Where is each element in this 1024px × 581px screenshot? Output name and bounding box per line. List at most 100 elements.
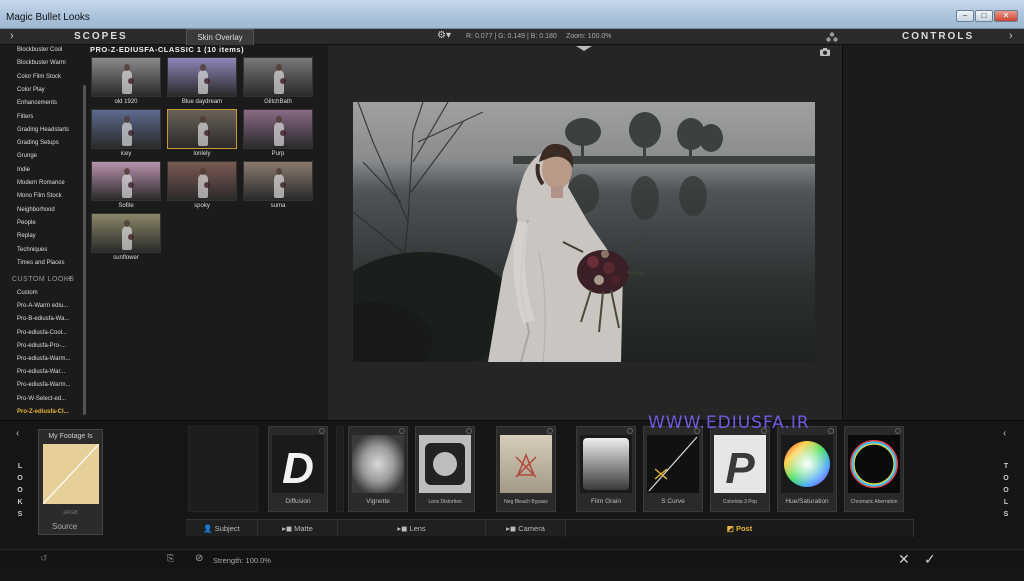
custom-look-item[interactable]: Pro-ediusfa-Warm... bbox=[17, 356, 70, 362]
look-thumbnail[interactable] bbox=[167, 109, 237, 149]
look-category-item[interactable]: Replay bbox=[17, 233, 36, 239]
look-thumbnail[interactable] bbox=[91, 213, 161, 253]
power-icon[interactable] bbox=[627, 428, 633, 434]
tool-hue-saturation[interactable]: Hue/Saturation bbox=[777, 426, 837, 512]
tools-panel-chevron-icon[interactable]: ‹ bbox=[1003, 428, 1006, 439]
look-category-item[interactable]: Times and Places bbox=[17, 260, 64, 266]
look-thumbnail[interactable] bbox=[91, 109, 161, 149]
tools-letter: S bbox=[1003, 511, 1009, 518]
custom-look-item[interactable]: Pro-A-Warm ediu... bbox=[17, 303, 68, 309]
viewer-notch-icon[interactable] bbox=[576, 46, 592, 51]
strength-readout[interactable]: Strength: 100.0% bbox=[213, 556, 271, 565]
preview-image[interactable] bbox=[353, 102, 815, 362]
maximize-button[interactable]: □ bbox=[975, 10, 993, 22]
look-category-item[interactable]: Grading Setups bbox=[17, 140, 59, 146]
looks-drawer-label[interactable]: L O O K S bbox=[16, 461, 24, 521]
custom-look-item[interactable]: Pro-Z-ediusfa-Cl... bbox=[17, 409, 69, 415]
look-thumbnail[interactable] bbox=[91, 161, 161, 201]
look-category-item[interactable]: Enhancements bbox=[17, 100, 57, 106]
look-category-item[interactable]: Indie bbox=[17, 167, 30, 173]
custom-look-item[interactable]: Pro-ediusfa-Cool... bbox=[17, 330, 67, 336]
look-category-item[interactable]: Blockbuster Cool bbox=[17, 47, 62, 53]
scopes-collapse-chevron-icon[interactable]: › bbox=[10, 30, 14, 42]
look-thumbnail[interactable] bbox=[243, 109, 313, 149]
category-subject[interactable]: 👤 Subject bbox=[186, 520, 258, 537]
look-thumbnail[interactable] bbox=[243, 57, 313, 97]
tab-skin-overlay[interactable]: Skin Overlay bbox=[186, 29, 254, 45]
look-thumbnail[interactable] bbox=[167, 57, 237, 97]
tool-film-grain[interactable]: Film Grain bbox=[576, 426, 636, 512]
look-category-item[interactable]: Blockbuster Warm bbox=[17, 60, 66, 66]
look-category-item[interactable]: People bbox=[17, 220, 36, 226]
tools-drawer-label[interactable]: T O O L S bbox=[1002, 461, 1010, 521]
thumb-bouquet-shape bbox=[128, 182, 134, 188]
custom-look-item[interactable]: Pro-ediusfa-Pro-... bbox=[17, 343, 66, 349]
look-category-item[interactable]: Color Film Stock bbox=[17, 74, 61, 80]
reset-icon[interactable]: ↺ bbox=[40, 553, 48, 564]
custom-look-item[interactable]: Pro-B-ediusfa-Wa... bbox=[17, 316, 69, 322]
custom-look-item[interactable]: Pro-ediusfa-War... bbox=[17, 369, 65, 375]
tool-vignette[interactable]: Vignette bbox=[348, 426, 408, 512]
look-thumbnail[interactable] bbox=[243, 161, 313, 201]
close-button[interactable]: ✕ bbox=[994, 10, 1018, 22]
looks-letter: S bbox=[17, 511, 23, 518]
tool-diffusion[interactable]: D Diffusion bbox=[268, 426, 328, 512]
ok-check-icon[interactable]: ✓ bbox=[924, 551, 936, 568]
look-category-item[interactable]: Mono Film Stock bbox=[17, 193, 62, 199]
strength-icon: ⊘ bbox=[195, 553, 204, 564]
power-icon[interactable] bbox=[319, 428, 325, 434]
custom-look-item[interactable]: Custom bbox=[17, 290, 38, 296]
cancel-x-icon[interactable]: ✕ bbox=[898, 551, 910, 568]
tool-colorista-pop[interactable]: P Colorista 3 Pop bbox=[710, 426, 770, 512]
thumb-bouquet-shape bbox=[128, 234, 134, 240]
look-category-item[interactable]: Modern Romance bbox=[17, 180, 65, 186]
source-card[interactable]: My Footage Is sRGB bbox=[38, 429, 103, 535]
looks-letter: K bbox=[17, 499, 23, 506]
category-camera[interactable]: ▸◼ Camera bbox=[486, 520, 566, 537]
color-dots-icon[interactable] bbox=[826, 32, 838, 42]
lens-icon: ▸◼ bbox=[397, 524, 408, 533]
category-lens[interactable]: ▸◼ Lens bbox=[338, 520, 486, 537]
power-icon[interactable] bbox=[466, 428, 472, 434]
colorista-pop-icon: P bbox=[714, 435, 766, 493]
look-category-item[interactable]: Color Play bbox=[17, 87, 45, 93]
look-category-item[interactable]: Neighborhood bbox=[17, 207, 55, 213]
scopes-title[interactable]: SCOPES bbox=[74, 31, 128, 42]
save-look-icon[interactable]: ⎘ bbox=[167, 553, 174, 564]
thumb-bouquet-shape bbox=[204, 182, 210, 188]
tool-category-bar: 👤 Subject ▸◼ Matte ▸◼ Lens ▸◼ Camera ◩ P… bbox=[186, 519, 914, 537]
power-icon[interactable] bbox=[828, 428, 834, 434]
power-icon[interactable] bbox=[399, 428, 405, 434]
minimize-button[interactable]: – bbox=[956, 10, 974, 22]
snapshot-camera-icon[interactable] bbox=[820, 48, 830, 56]
tool-neg-bleach-bypass[interactable]: Neg Bleach Bypass bbox=[496, 426, 556, 512]
custom-look-item[interactable]: Pro-ediusfa-Warm... bbox=[17, 382, 70, 388]
subject-person-icon: 👤 bbox=[203, 524, 213, 533]
category-post[interactable]: ◩ Post bbox=[566, 520, 914, 537]
add-custom-look-plus-icon[interactable]: + bbox=[67, 274, 73, 285]
thumb-bouquet-shape bbox=[280, 78, 286, 84]
tool-chromatic-aberration[interactable]: Chromatic Aberration bbox=[844, 426, 904, 512]
magic-bullet-looks-window: Magic Bullet Looks – □ ✕ › SCOPES Skin O… bbox=[0, 0, 1024, 581]
tool-s-curve[interactable]: S Curve bbox=[643, 426, 703, 512]
look-thumbnail[interactable] bbox=[167, 161, 237, 201]
category-matte[interactable]: ▸◼ Matte bbox=[258, 520, 338, 537]
list-scrollbar[interactable] bbox=[83, 85, 86, 415]
look-thumbnail-label: spoky bbox=[194, 203, 210, 209]
look-category-item[interactable]: Grunge bbox=[17, 153, 37, 159]
custom-look-item[interactable]: Pro-W-Select-ed... bbox=[17, 396, 66, 402]
gear-icon[interactable]: ⚙▾ bbox=[437, 30, 451, 41]
empty-tool-slot[interactable] bbox=[188, 426, 258, 512]
look-category-item[interactable]: Grading Headstarts bbox=[17, 127, 69, 133]
look-category-item[interactable]: Filters bbox=[17, 114, 33, 120]
rgb-readout: R: 0.077 | G: 0.149 | B: 0.180 bbox=[466, 33, 557, 40]
tools-letter: T bbox=[1003, 463, 1009, 470]
look-category-item[interactable]: Techniques bbox=[17, 247, 47, 253]
controls-collapse-chevron-icon[interactable]: › bbox=[1009, 30, 1013, 42]
power-icon[interactable] bbox=[547, 428, 553, 434]
tool-lens-distortion[interactable]: Lens Distortion bbox=[415, 426, 475, 512]
looks-panel-chevron-icon[interactable]: ‹ bbox=[16, 428, 19, 439]
look-thumbnail[interactable] bbox=[91, 57, 161, 97]
window-controls: – □ ✕ bbox=[956, 10, 1018, 22]
power-icon[interactable] bbox=[895, 428, 901, 434]
